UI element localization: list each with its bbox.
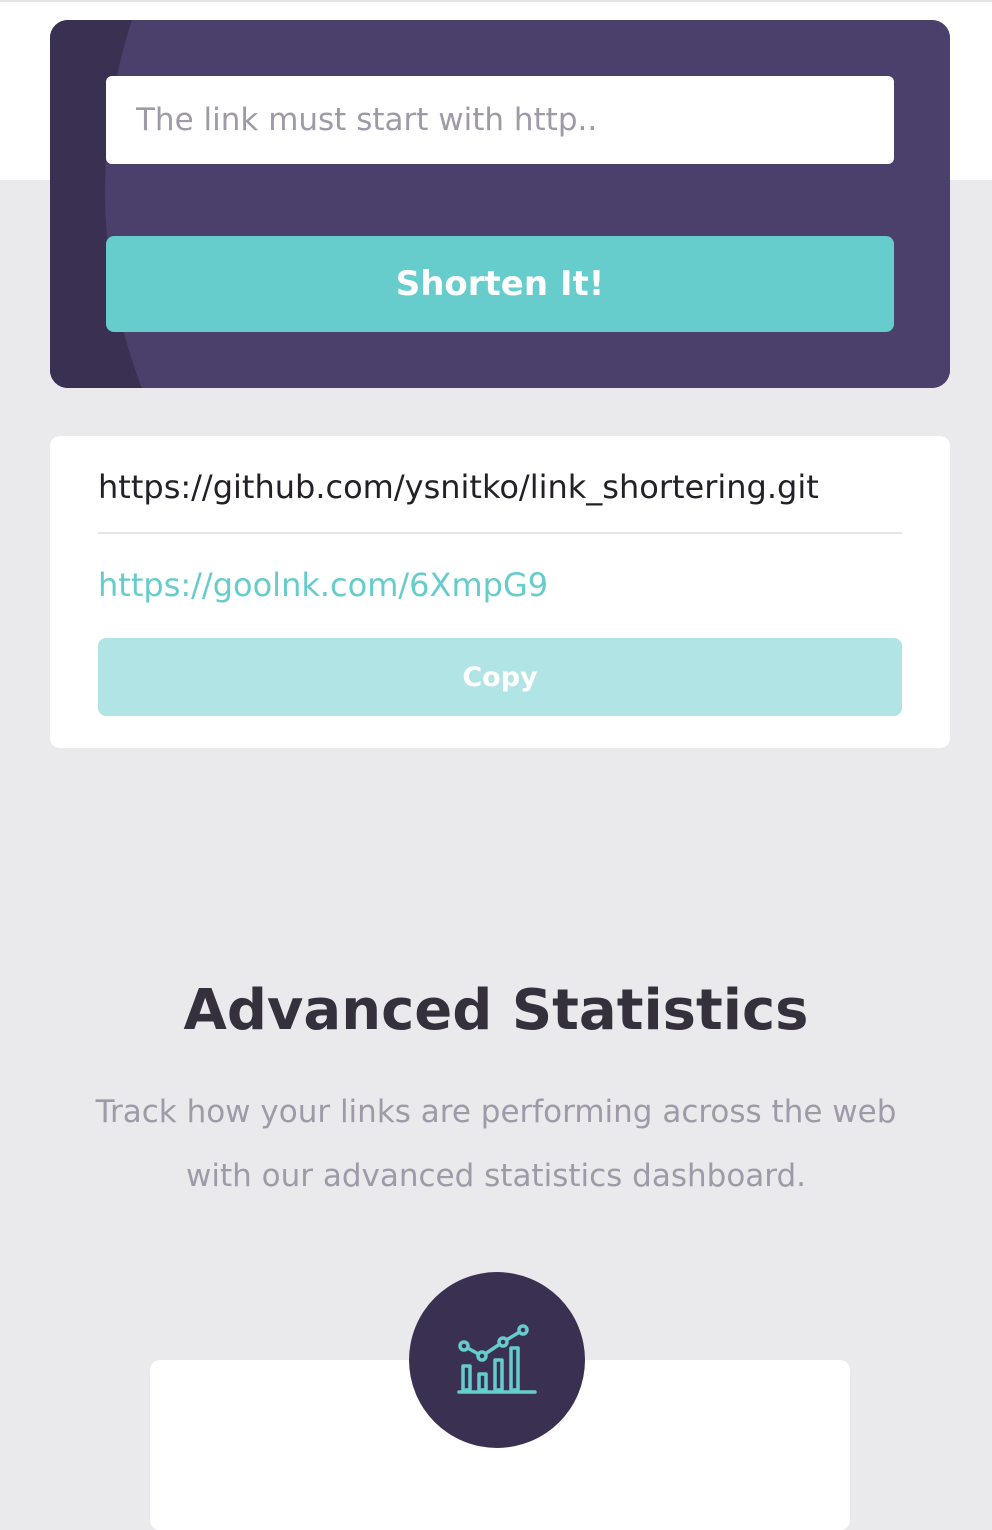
shorten-panel: Shorten It!: [50, 20, 950, 388]
result-divider: [98, 532, 902, 534]
short-url-link[interactable]: https://goolnk.com/6XmpG9: [98, 566, 548, 604]
bar-chart-icon: [455, 1316, 539, 1404]
shorten-button[interactable]: Shorten It!: [106, 236, 894, 332]
feature-icon-badge: [409, 1272, 585, 1448]
copy-button[interactable]: Copy: [98, 638, 902, 716]
section-title: Advanced Statistics: [183, 978, 809, 1043]
url-input[interactable]: [106, 76, 894, 164]
shortened-link-card: https://github.com/ysnitko/link_shorteri…: [50, 436, 950, 748]
section-description: Track how your links are performing acro…: [95, 1094, 897, 1194]
original-url-text: https://github.com/ysnitko/link_shorteri…: [98, 468, 819, 506]
